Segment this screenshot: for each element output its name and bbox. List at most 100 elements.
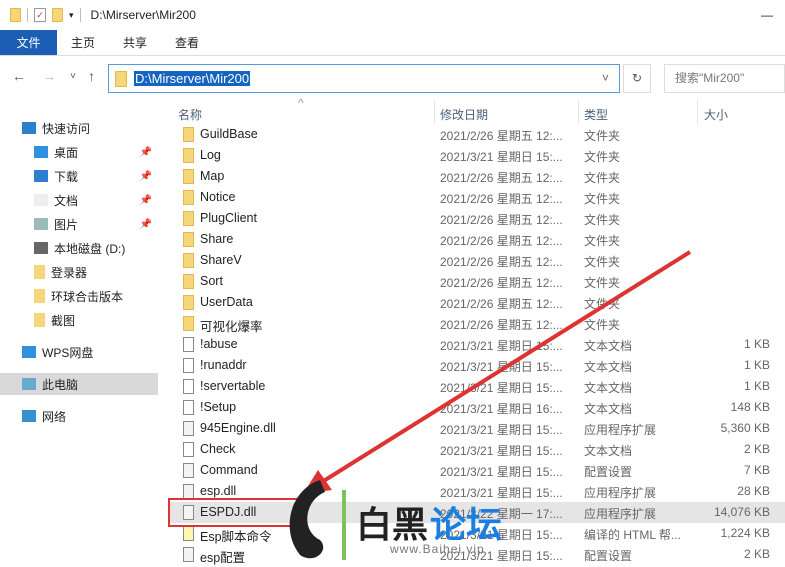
folder-icon: [115, 71, 127, 87]
file-size: 1,224 KB: [720, 526, 770, 540]
properties-icon[interactable]: ✓: [34, 8, 46, 22]
file-icon: [183, 547, 194, 562]
sidebar-item[interactable]: 文档 📌: [0, 189, 158, 211]
file-date: 2021/3/21 星期日 15:...: [440, 360, 563, 374]
new-folder-icon[interactable]: [52, 8, 63, 22]
file-date: 2021/3/21 星期日 15:...: [440, 423, 563, 437]
address-bar[interactable]: D:\Mirserver\Mir200 ˅: [108, 64, 620, 93]
folder-icon: [183, 190, 194, 205]
pin-icon[interactable]: 📌: [140, 195, 152, 206]
file-row[interactable]: GuildBase 2021/2/26 星期五 12:... 文件夹: [168, 124, 785, 145]
cloud-icon: [22, 346, 36, 358]
folder-icon: [10, 8, 21, 22]
file-name: Check: [200, 442, 236, 456]
file-row[interactable]: Sort 2021/2/26 星期五 12:... 文件夹: [168, 271, 785, 292]
column-name[interactable]: 名称: [178, 106, 202, 123]
document-icon: [34, 194, 48, 206]
help-file-icon: [183, 526, 194, 541]
column-divider[interactable]: [434, 100, 435, 124]
chevron-down-icon[interactable]: ˅: [602, 71, 609, 85]
customize-toolbar-icon[interactable]: ▾: [69, 10, 74, 21]
forward-button[interactable]: →: [42, 68, 56, 84]
sidebar-item-label: 快速访问: [42, 121, 91, 136]
file-type: 文本文档: [584, 444, 633, 458]
column-date[interactable]: 修改日期: [440, 106, 488, 123]
file-row[interactable]: UserData 2021/2/26 星期五 12:... 文件夹: [168, 292, 785, 313]
search-input[interactable]: 搜索"Mir200": [664, 64, 785, 93]
column-type[interactable]: 类型: [584, 106, 608, 123]
sidebar-item-label: 环球合击版本: [51, 289, 124, 304]
minimize-button[interactable]: —: [761, 8, 773, 22]
address-path[interactable]: D:\Mirserver\Mir200: [134, 71, 251, 86]
file-row[interactable]: Check 2021/3/21 星期日 15:... 文本文档 2 KB: [168, 439, 785, 460]
divider: [27, 8, 28, 22]
file-date: 2021/3/22 星期一 17:...: [440, 507, 563, 521]
file-name: 945Engine.dll: [200, 421, 276, 435]
file-row[interactable]: ShareV 2021/2/26 星期五 12:... 文件夹: [168, 250, 785, 271]
file-row[interactable]: Share 2021/2/26 星期五 12:... 文件夹: [168, 229, 785, 250]
folder-icon: [183, 274, 194, 289]
sidebar-item[interactable]: 网络: [0, 405, 158, 427]
column-size[interactable]: 大小: [704, 106, 728, 123]
file-icon: [183, 463, 194, 478]
sidebar-item-label: 文档: [54, 193, 79, 208]
file-row[interactable]: 可视化爆率 2021/2/26 星期五 12:... 文件夹: [168, 313, 785, 334]
file-row[interactable]: Log 2021/3/21 星期日 15:... 文件夹: [168, 145, 785, 166]
sidebar-item[interactable]: 环球合击版本: [0, 285, 158, 307]
file-type: 文本文档: [584, 360, 633, 374]
file-row[interactable]: 945Engine.dll 2021/3/21 星期日 15:... 应用程序扩展 5…: [168, 418, 785, 439]
navigation-bar: ← → ˅ ↑ D:\Mirserver\Mir200 ˅ ↻ 搜索"Mir20…: [0, 62, 785, 94]
file-size: 1 KB: [743, 337, 770, 351]
recent-locations-button[interactable]: ˅: [70, 71, 76, 82]
file-type: 文本文档: [584, 381, 633, 395]
sidebar-item-label: 登录器: [51, 265, 88, 280]
up-button[interactable]: ↑: [88, 68, 95, 84]
file-name: Notice: [200, 190, 236, 204]
file-row[interactable]: !abuse 2021/3/21 星期日 15:... 文本文档 1 KB: [168, 334, 785, 355]
file-row[interactable]: PlugClient 2021/2/26 星期五 12:... 文件夹: [168, 208, 785, 229]
sidebar-item[interactable]: 桌面 📌: [0, 141, 158, 163]
tab-view[interactable]: 查看: [161, 30, 213, 55]
tab-file[interactable]: 文件: [0, 30, 57, 55]
file-date: 2021/3/21 星期日 16:...: [440, 402, 563, 416]
sidebar-item[interactable]: 登录器: [0, 261, 158, 283]
back-button[interactable]: ←: [12, 68, 26, 84]
sidebar-item[interactable]: 图片 📌: [0, 213, 158, 235]
file-name: ShareV: [200, 253, 242, 267]
file-row[interactable]: !Setup 2021/3/21 星期日 16:... 文本文档 148 KB: [168, 397, 785, 418]
file-type: 应用程序扩展: [584, 507, 657, 521]
file-date: 2021/3/21 星期日 15:...: [440, 549, 563, 563]
file-date: 2021/3/21 星期日 15:...: [440, 486, 563, 500]
sidebar-item[interactable]: 快速访问: [0, 117, 158, 139]
file-row[interactable]: Command 2021/3/21 星期日 15:... 配置设置 7 KB: [168, 460, 785, 481]
tab-share[interactable]: 共享: [109, 30, 161, 55]
file-date: 2021/2/26 星期五 12:...: [440, 255, 563, 269]
file-row[interactable]: Map 2021/2/26 星期五 12:... 文件夹: [168, 166, 785, 187]
sidebar-item-label: WPS网盘: [42, 345, 94, 360]
file-row[interactable]: !servertable 2021/3/21 星期日 15:... 文本文档 1 KB: [168, 376, 785, 397]
file-row[interactable]: !runaddr 2021/3/21 星期日 15:... 文本文档 1 KB: [168, 355, 785, 376]
sidebar-item[interactable]: 此电脑: [0, 373, 158, 395]
column-divider[interactable]: [697, 100, 698, 124]
file-type: 文件夹: [584, 171, 621, 185]
pin-icon[interactable]: 📌: [140, 147, 152, 158]
window-title: D:\Mirserver\Mir200: [90, 8, 196, 22]
pin-icon[interactable]: 📌: [140, 219, 152, 230]
sidebar-item[interactable]: WPS网盘: [0, 341, 158, 363]
sidebar-item[interactable]: 截图: [0, 309, 158, 331]
sidebar-item[interactable]: 下载 📌: [0, 165, 158, 187]
column-divider[interactable]: [578, 100, 579, 124]
file-name: !runaddr: [200, 358, 247, 372]
file-row[interactable]: esp配置 2021/3/21 星期日 15:... 配置设置 2 KB: [168, 544, 785, 565]
tab-home[interactable]: 主页: [57, 30, 109, 55]
folder-icon: [183, 127, 194, 142]
file-size: 5,360 KB: [720, 421, 770, 435]
file-type: 文件夹: [584, 255, 621, 269]
refresh-button[interactable]: ↻: [623, 64, 651, 93]
file-type: 文本文档: [584, 402, 633, 416]
sidebar-item-label: 本地磁盘 (D:): [54, 241, 126, 256]
file-row[interactable]: Notice 2021/2/26 星期五 12:... 文件夹: [168, 187, 785, 208]
sidebar-item[interactable]: 本地磁盘 (D:): [0, 237, 158, 259]
pin-icon[interactable]: 📌: [140, 171, 152, 182]
file-date: 2021/2/26 星期五 12:...: [440, 234, 563, 248]
